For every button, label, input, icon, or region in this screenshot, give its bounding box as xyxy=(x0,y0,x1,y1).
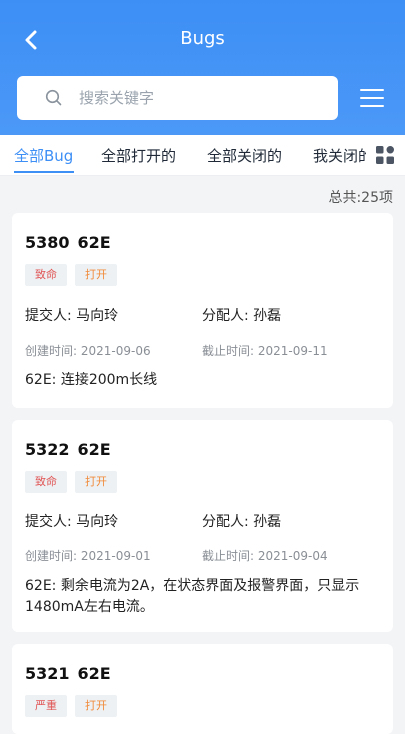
bug-description: 62E: 连接200m长线 xyxy=(25,372,158,388)
submitter: 提交人: 马向玲 xyxy=(25,308,119,324)
tab-closed-by-me[interactable]: 我关闭的 xyxy=(313,145,373,166)
deadline-time: 截止时间: 2021-09-04 xyxy=(202,549,328,563)
bug-title: 5380 62E xyxy=(25,233,111,252)
submitter: 提交人: 马向玲 xyxy=(25,514,119,530)
severity-badge: 致命 xyxy=(25,471,67,493)
search-box xyxy=(17,76,338,120)
tab-all-open[interactable]: 全部打开的 xyxy=(101,145,176,166)
search-input[interactable] xyxy=(77,76,327,120)
active-tab-indicator xyxy=(14,171,74,173)
created-time: 创建时间: 2021-09-01 xyxy=(25,549,151,563)
bug-product: 62E xyxy=(77,664,111,683)
status-badge: 打开 xyxy=(75,695,117,717)
severity-badge: 严重 xyxy=(25,695,67,717)
bug-title: 5321 62E xyxy=(25,664,111,683)
tab-all-closed[interactable]: 全部关闭的 xyxy=(207,145,282,166)
assignee: 分配人: 孙磊 xyxy=(202,308,282,324)
bug-product: 62E xyxy=(77,233,111,252)
search-icon xyxy=(45,89,62,106)
bug-id: 5322 xyxy=(25,440,70,459)
bug-card[interactable]: 5321 62E 严重 打开 xyxy=(12,644,393,734)
total-count: 总共:25项 xyxy=(328,190,393,206)
bug-card[interactable]: 5322 62E 致命 打开 提交人: 马向玲 分配人: 孙磊 创建时间: 202… xyxy=(12,420,393,632)
grid-view-icon xyxy=(376,146,394,164)
deadline-time: 截止时间: 2021-09-11 xyxy=(202,344,328,358)
bug-product: 62E xyxy=(77,440,111,459)
created-time: 创建时间: 2021-09-06 xyxy=(25,344,151,358)
severity-badge: 致命 xyxy=(25,264,67,286)
filter-tabs: 全部Bug 全部打开的 全部关闭的 我关闭的 xyxy=(0,135,405,176)
bug-card[interactable]: 5380 62E 致命 打开 提交人: 马向玲 分配人: 孙磊 创建时间: 202… xyxy=(12,213,393,408)
hamburger-menu-icon[interactable] xyxy=(358,86,386,110)
header-bar: Bugs xyxy=(0,0,405,135)
bug-title: 5322 62E xyxy=(25,440,111,459)
bug-id: 5380 xyxy=(25,233,70,252)
status-badge: 打开 xyxy=(75,264,117,286)
page-title: Bugs xyxy=(180,28,225,49)
tab-all-bugs[interactable]: 全部Bug xyxy=(14,145,73,166)
assignee: 分配人: 孙磊 xyxy=(202,514,282,530)
bug-id: 5321 xyxy=(25,664,70,683)
grid-view-button[interactable] xyxy=(366,135,405,175)
bug-description: 62E: 剩余电流为2A，在状态界面及报警界面，只显示1480mA左右电流。 xyxy=(25,578,360,615)
status-badge: 打开 xyxy=(75,471,117,493)
